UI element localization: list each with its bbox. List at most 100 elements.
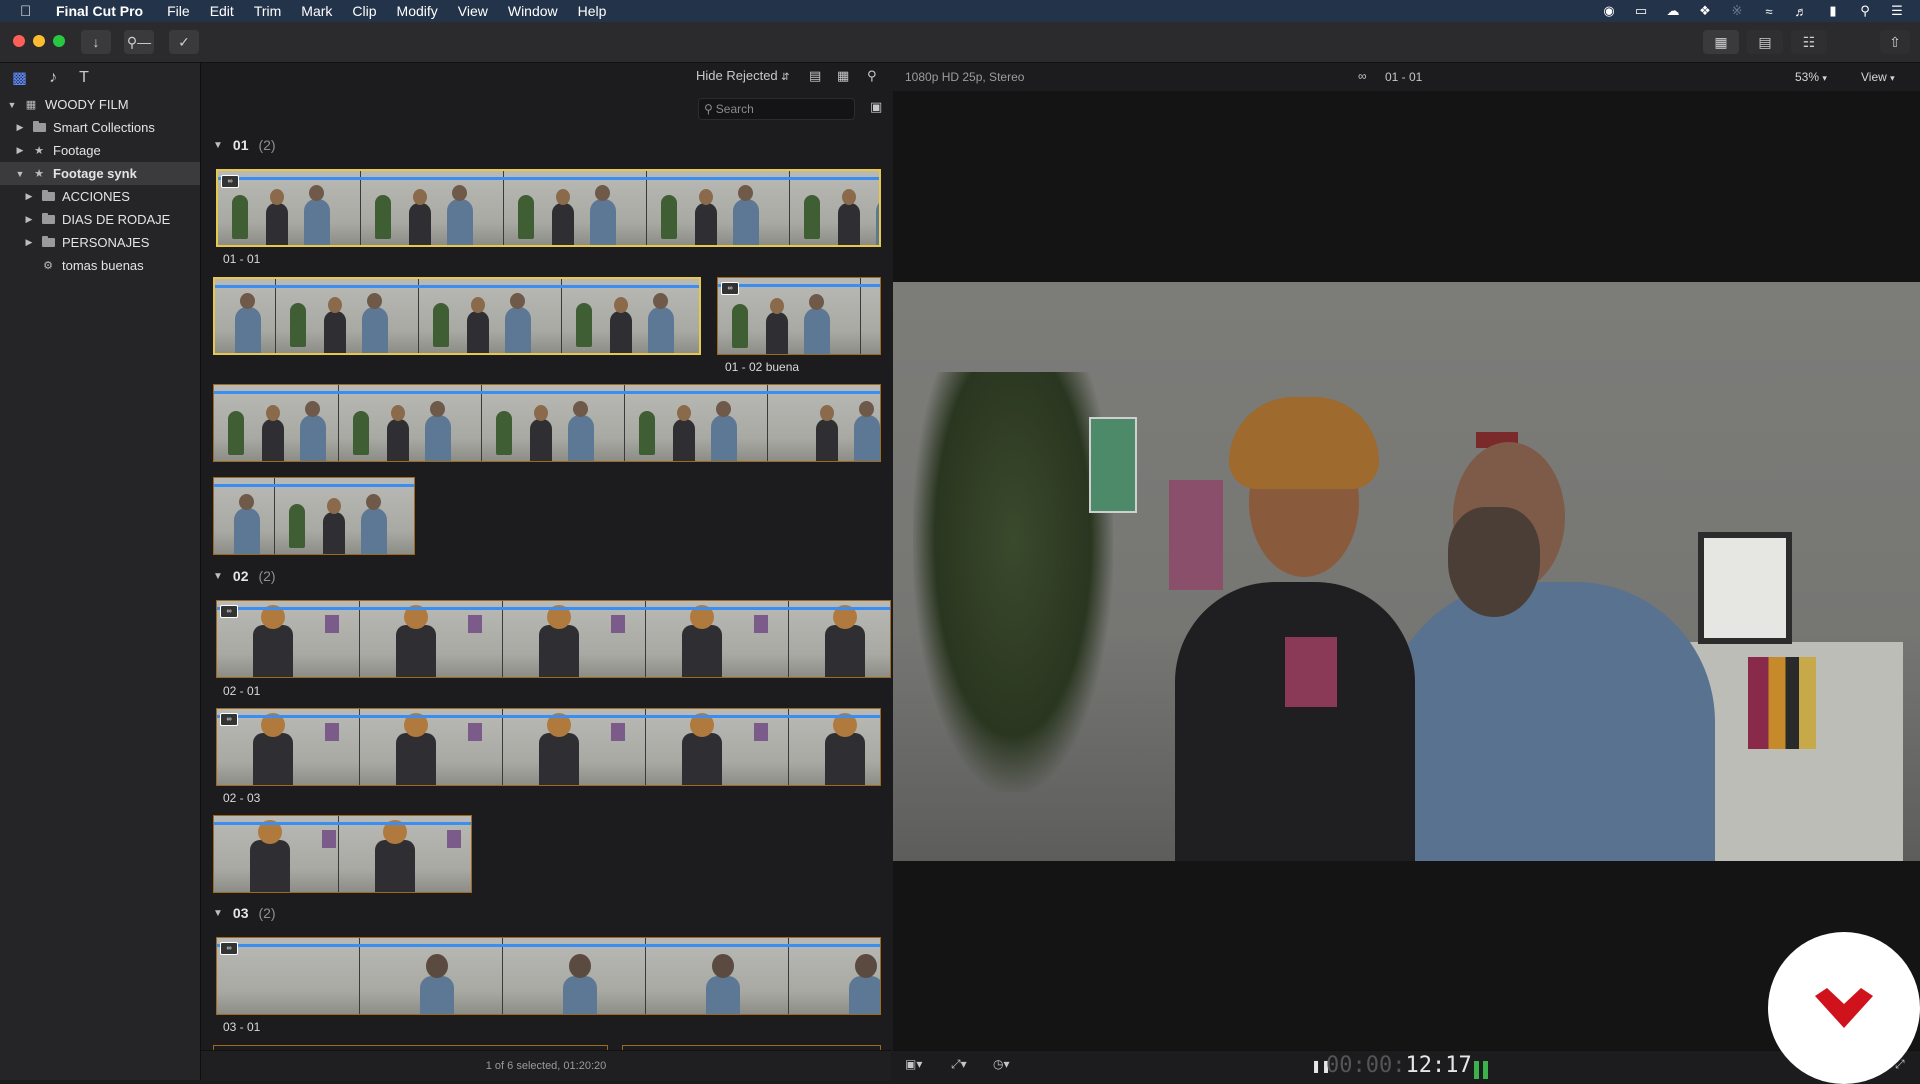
menu-mark[interactable]: Mark	[301, 3, 332, 19]
actor-1-body	[1175, 582, 1415, 861]
clip-label: 01 - 01	[223, 252, 261, 266]
disclosure-open-icon[interactable]: ▼	[213, 908, 223, 919]
search-icon[interactable]: ⚲	[867, 68, 877, 84]
close-window-button[interactable]	[13, 35, 25, 47]
audio-line	[218, 177, 879, 180]
menu-trim[interactable]: Trim	[254, 3, 281, 19]
search-field[interactable]: ⚲ Search	[698, 98, 855, 120]
disclosure-closed-icon[interactable]: ▶	[23, 237, 35, 248]
cloud-icon[interactable]: ☁	[1664, 3, 1682, 19]
menu-modify[interactable]: Modify	[397, 3, 438, 19]
import-button[interactable]: ↓	[81, 30, 111, 54]
clip-01-02-buena-end[interactable]	[213, 477, 415, 555]
group-header-01[interactable]: ▼ 01 (2)	[213, 137, 276, 153]
background-tasks-button[interactable]: ✓	[169, 30, 199, 54]
zoom-window-button[interactable]	[53, 35, 65, 47]
filmstrip-icon[interactable]: ▦	[837, 68, 849, 84]
audio-line	[217, 944, 880, 947]
clip-02-03[interactable]: ∞	[216, 708, 881, 786]
clip-frame	[361, 171, 504, 245]
clip-01-02-buena[interactable]: ∞	[717, 277, 881, 355]
clip-frame	[504, 171, 647, 245]
view-popup[interactable]: View ▾	[1861, 70, 1895, 84]
viewer[interactable]	[893, 91, 1920, 1050]
transform-popup-icon[interactable]: ▣▾	[905, 1057, 922, 1071]
disclosure-closed-icon[interactable]: ▶	[23, 214, 35, 225]
disclosure-open-icon[interactable]: ▼	[14, 169, 26, 179]
menu-help[interactable]: Help	[578, 3, 607, 19]
disclosure-open-icon[interactable]: ▼	[213, 140, 223, 151]
list-icon[interactable]: ☰	[1888, 3, 1906, 19]
photos-audio-icon[interactable]: ♪	[49, 69, 57, 87]
chevron-updown-icon: ⇵	[781, 72, 790, 83]
wifi-icon[interactable]: ≈	[1760, 4, 1778, 19]
disclosure-open-icon[interactable]: ▼	[6, 100, 18, 110]
disclosure-open-icon[interactable]: ▼	[213, 571, 223, 582]
sidebar-item-dias-de-rodaje[interactable]: ▶ DIAS DE RODAJE	[0, 208, 200, 231]
browser-header: Hide Rejected ⇵ ▤ ▦ ⚲ ⚲ Search ▣	[201, 63, 891, 123]
app-menu[interactable]: Final Cut Pro	[56, 3, 143, 19]
disclosure-closed-icon[interactable]: ▶	[14, 145, 26, 156]
clip-01-01-continued[interactable]	[213, 277, 701, 355]
retime-popup-icon[interactable]: ◷▾	[993, 1057, 1010, 1071]
inspector-button[interactable]: ☷	[1791, 30, 1827, 54]
sidebar-item-tomas-buenas[interactable]: ⚙ tomas buenas	[0, 254, 200, 277]
volume-icon[interactable]: ♬	[1792, 4, 1810, 19]
clip-frame	[360, 938, 503, 1014]
disclosure-closed-icon[interactable]: ▶	[23, 191, 35, 202]
clip-02-03-end[interactable]	[213, 815, 472, 893]
browser-layout-button[interactable]: ▦	[1703, 30, 1739, 54]
bluetooth-icon[interactable]: ※	[1728, 3, 1746, 19]
clip-frame	[503, 709, 646, 785]
video-frame[interactable]	[893, 282, 1920, 861]
zoom-level: 53%	[1795, 70, 1820, 84]
battery-icon[interactable]: ▮	[1824, 3, 1842, 19]
menu-edit[interactable]: Edit	[210, 3, 234, 19]
filter-popup[interactable]: Hide Rejected ⇵	[696, 68, 790, 83]
timeline-layout-button[interactable]: ▤	[1747, 30, 1783, 54]
actor-2-body	[1385, 582, 1715, 861]
sidebar-item-footage[interactable]: ▶ ★ Footage	[0, 139, 200, 162]
clip-frame	[276, 279, 419, 353]
clip-02-01[interactable]: ∞	[216, 600, 891, 678]
sidebar-item-footage-synk[interactable]: ▼ ★ Footage synk	[0, 162, 200, 185]
clip-frame	[646, 601, 789, 677]
libraries-icon[interactable]: ▩	[12, 68, 27, 88]
timecode-display[interactable]: 00:00:12:17	[1326, 1053, 1472, 1078]
record-icon[interactable]: ◉	[1600, 3, 1618, 19]
library-row[interactable]: ▼ ▦ WOODY FILM	[0, 93, 200, 116]
clip-03-01[interactable]: ∞	[216, 937, 881, 1015]
group-header-03[interactable]: ▼ 03 (2)	[213, 905, 276, 921]
minimize-window-button[interactable]	[33, 35, 45, 47]
group-header-02[interactable]: ▼ 02 (2)	[213, 568, 276, 584]
disclosure-closed-icon[interactable]: ▶	[14, 122, 26, 133]
filter-window-icon[interactable]: ▣	[870, 99, 882, 115]
sidebar-item-label: Footage synk	[53, 166, 137, 181]
clip-frame	[360, 601, 503, 677]
clip-frame	[789, 938, 880, 1014]
titles-generators-icon[interactable]: T	[79, 69, 89, 87]
clip-01-02-buena-continued[interactable]	[213, 384, 881, 462]
crop-popup-icon[interactable]: ⤢▾	[951, 1057, 967, 1072]
viewer-header: 1080p HD 25p, Stereo ∞ 01 - 01 53% ▾ Vie…	[893, 63, 1920, 91]
sidebar-item-label: PERSONAJES	[62, 235, 150, 250]
zoom-popup[interactable]: 53% ▾	[1795, 70, 1827, 84]
spotlight-icon[interactable]: ⚲	[1856, 3, 1874, 19]
share-button[interactable]: ⇧	[1880, 30, 1910, 54]
event-star-icon: ★	[34, 145, 44, 157]
viewer-controls: ▣▾ ⤢▾ ◷▾ ❚❚ 00:00:12:17 ⤢	[893, 1050, 1920, 1081]
clip-appearance-icon[interactable]: ▤	[809, 68, 821, 84]
display-icon[interactable]: ▭	[1632, 3, 1650, 19]
sidebar-item-smart-collections[interactable]: ▶ Smart Collections	[0, 116, 200, 139]
dropbox-icon[interactable]: ❖	[1696, 3, 1714, 19]
apple-icon[interactable]: 	[20, 3, 38, 20]
menu-file[interactable]: File	[167, 3, 190, 19]
clip-01-01[interactable]: ∞	[216, 169, 881, 247]
sidebar-item-label: DIAS DE RODAJE	[62, 212, 171, 227]
menu-view[interactable]: View	[458, 3, 488, 19]
menu-window[interactable]: Window	[508, 3, 558, 19]
sidebar-item-acciones[interactable]: ▶ ACCIONES	[0, 185, 200, 208]
sidebar-item-personajes[interactable]: ▶ PERSONAJES	[0, 231, 200, 254]
menu-clip[interactable]: Clip	[352, 3, 376, 19]
keyword-button[interactable]: ⚲—	[124, 30, 154, 54]
